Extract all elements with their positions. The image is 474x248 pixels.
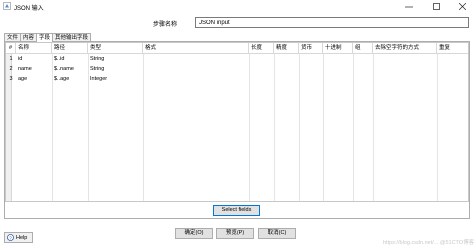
column-header-precision[interactable]: 精度: [274, 43, 299, 54]
row-number: 1: [9, 56, 13, 62]
fields-table[interactable]: # 名称 路径 类型 格式 长度 精度 货币 十进制 组 去除空字符的方式 重复…: [5, 42, 469, 202]
column-header-length[interactable]: 长度: [249, 43, 274, 54]
column-header-path[interactable]: 路径: [52, 43, 88, 54]
title-bar: JSON 输入: [0, 0, 474, 13]
cell-type[interactable]: Integer: [88, 74, 143, 84]
row-number: 3: [9, 76, 13, 82]
ok-button[interactable]: 确定(O): [175, 228, 213, 239]
close-icon: [458, 3, 466, 10]
close-button[interactable]: [452, 0, 472, 13]
help-button[interactable]: ? Help: [4, 232, 33, 243]
table-row[interactable]: 3 age $..age Integer: [6, 74, 468, 84]
column-header-trim-type[interactable]: 去除空字符的方式: [373, 43, 437, 54]
column-header-type[interactable]: 类型: [88, 43, 143, 54]
cell-name[interactable]: name: [16, 64, 52, 74]
row-number: 2: [9, 66, 13, 72]
tab-file[interactable]: 文件: [4, 33, 22, 41]
column-header-repeat[interactable]: 重复: [437, 43, 468, 54]
select-fields-button[interactable]: Select fields: [213, 205, 260, 216]
maximize-button[interactable]: [426, 0, 446, 13]
column-header-decimal[interactable]: 十进制: [323, 43, 353, 54]
column-header-name[interactable]: 名称: [16, 43, 52, 54]
column-header-format[interactable]: 格式: [143, 43, 249, 54]
tab-content[interactable]: 内容: [20, 33, 38, 41]
help-label: Help: [16, 234, 28, 241]
cell-type[interactable]: String: [88, 64, 143, 74]
minimize-button[interactable]: [399, 0, 419, 13]
step-name-input[interactable]: [195, 17, 469, 28]
column-header-currency[interactable]: 货币: [299, 43, 323, 54]
cell-type[interactable]: String: [88, 54, 143, 64]
maximize-icon: [432, 3, 440, 10]
cell-path[interactable]: $..id: [52, 54, 88, 64]
table-row[interactable]: 1 id $..id String: [6, 54, 468, 64]
app-icon: [3, 2, 11, 10]
table-row[interactable]: 2 name $..name String: [6, 64, 468, 74]
cell-path[interactable]: $..name: [52, 64, 88, 74]
help-icon: ?: [7, 234, 14, 241]
column-header-group[interactable]: 组: [353, 43, 373, 54]
cell-name[interactable]: id: [16, 54, 52, 64]
table-header: # 名称 路径 类型 格式 长度 精度 货币 十进制 组 去除空字符的方式 重复: [6, 43, 468, 54]
cell-name[interactable]: age: [16, 74, 52, 84]
tab-fields[interactable]: 字段: [36, 33, 54, 42]
window-title: JSON 输入: [14, 6, 44, 12]
preview-button[interactable]: 预览(P): [216, 228, 254, 239]
watermark: https://blog.csdn.net/... @51CTO博客: [383, 240, 474, 246]
tab-additional-output-fields[interactable]: 其他输出字段: [52, 33, 92, 41]
minimize-icon: [405, 6, 413, 7]
step-name-label: 步骤名称: [153, 22, 178, 28]
cancel-button[interactable]: 取消(C): [258, 228, 296, 239]
cell-path[interactable]: $..age: [52, 74, 88, 84]
column-header-number[interactable]: #: [6, 43, 16, 54]
